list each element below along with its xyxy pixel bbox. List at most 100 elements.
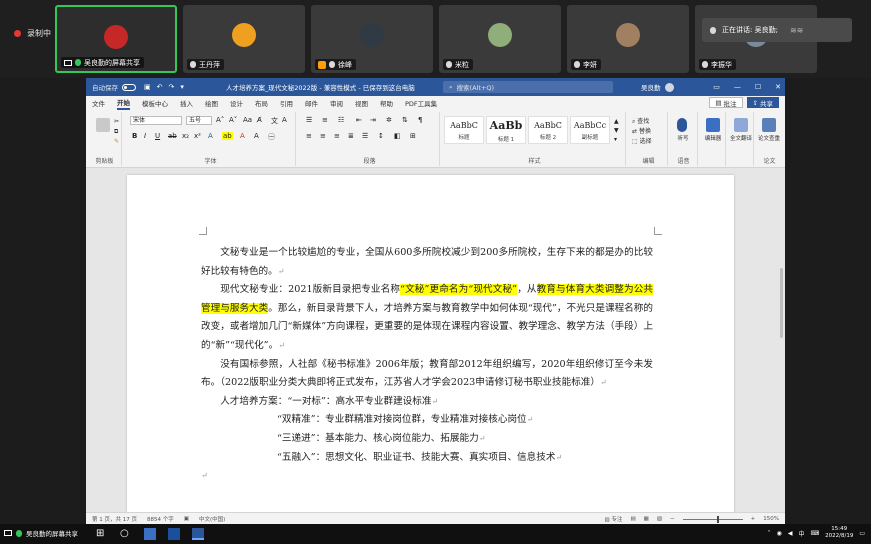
zoom-slider[interactable] — [682, 515, 743, 523]
highlight-icon[interactable]: ab — [222, 132, 233, 140]
input-method[interactable]: 中 — [798, 529, 804, 538]
zoom-out-icon[interactable]: − — [670, 516, 675, 522]
word-app-icon[interactable] — [192, 528, 204, 540]
notification-icon[interactable]: ▭ — [859, 530, 865, 537]
borders-icon[interactable]: ⊞ — [410, 132, 416, 140]
plagiarism-check-icon[interactable] — [762, 118, 776, 132]
tab-layout[interactable]: 布局 — [255, 98, 268, 108]
close-icon[interactable]: ✕ — [775, 83, 781, 91]
editor-icon[interactable] — [706, 118, 720, 132]
style-heading2[interactable]: AaBbC 标题 2 — [528, 116, 568, 144]
font-color-icon[interactable]: A — [240, 132, 245, 140]
comments-button[interactable]: ▤ 批注 — [709, 97, 743, 108]
styles-scroll-up-icon[interactable]: ▲ — [614, 118, 619, 125]
sort-icon[interactable]: ⇅ — [402, 116, 408, 124]
keyboard-icon[interactable]: ⌨ — [810, 530, 819, 537]
tab-mailings[interactable]: 邮件 — [305, 98, 318, 108]
styles-more-icon[interactable]: ▾ — [614, 136, 617, 143]
multilevel-list-icon[interactable]: ☷ — [338, 116, 344, 124]
participant-tile[interactable]: 米粒 — [439, 5, 561, 73]
justify-icon[interactable]: ≣ — [348, 132, 354, 140]
participant-tile[interactable]: 李妍 — [567, 5, 689, 73]
tab-references[interactable]: 引用 — [280, 98, 293, 108]
clear-format-icon[interactable]: A̸ — [257, 116, 262, 124]
print-layout-icon[interactable]: ▦ — [644, 516, 649, 522]
meeting-app-icon[interactable] — [144, 528, 156, 540]
zoom-in-icon[interactable]: + — [751, 516, 756, 522]
search-icon[interactable]: ○ — [120, 528, 132, 540]
chinese-layout-icon[interactable]: ✲ — [386, 116, 392, 124]
vertical-scrollbar[interactable] — [780, 268, 783, 338]
shading-bucket-icon[interactable]: ◧ — [394, 132, 401, 140]
tab-file[interactable]: 文件 — [92, 98, 105, 108]
chevron-up-icon[interactable]: ˄ — [768, 530, 771, 537]
document-canvas[interactable]: 文秘专业是一个比较尴尬的专业，全国从600多所院校减少到200多所院校，生存下来… — [86, 168, 785, 512]
copy-icon[interactable]: ⧉ — [114, 128, 118, 136]
language[interactable]: 中文(中国) — [199, 515, 225, 523]
phonetic-guide-icon[interactable]: 文 — [271, 116, 278, 126]
translate-icon[interactable] — [734, 118, 748, 132]
focus-button[interactable]: ▥ 专注 — [604, 515, 622, 523]
volume-icon[interactable]: ◀ — [788, 530, 793, 537]
shading-icon[interactable]: A — [254, 132, 259, 140]
recording-indicator[interactable]: 录制中 — [14, 28, 51, 39]
underline-icon[interactable]: U — [155, 132, 160, 140]
style-subtitle[interactable]: AaBbCc 副标题 — [570, 116, 610, 144]
line-spacing-icon[interactable]: ↕ — [378, 132, 384, 140]
zoom-level[interactable]: 150% — [763, 516, 779, 522]
tab-insert[interactable]: 插入 — [180, 98, 193, 108]
tab-pdf-tools[interactable]: PDF工具集 — [405, 98, 437, 108]
ribbon-display-icon[interactable]: ▭ — [713, 83, 720, 91]
tab-view[interactable]: 视图 — [355, 98, 368, 108]
align-left-icon[interactable]: ≡ — [306, 132, 312, 140]
strikethrough-icon[interactable]: ab — [168, 132, 177, 140]
network-icon[interactable]: ◉ — [777, 530, 782, 537]
zoom-slider-thumb[interactable] — [716, 515, 719, 523]
char-border-icon[interactable]: A — [282, 116, 287, 124]
search-input[interactable]: ⌕ 搜索(Alt+Q) — [443, 81, 613, 93]
shrink-font-icon[interactable]: A˅ — [229, 116, 237, 124]
microphone-icon[interactable] — [677, 118, 687, 132]
replace-button[interactable]: ⇄ 替换 — [632, 126, 651, 135]
decrease-indent-icon[interactable]: ⇤ — [356, 116, 362, 124]
app-icon[interactable] — [168, 528, 180, 540]
find-button[interactable]: ⌕ 查找 — [632, 116, 649, 126]
redo-icon[interactable]: ↷ — [169, 83, 175, 91]
maximize-icon[interactable]: ☐ — [755, 83, 761, 91]
style-title[interactable]: AaBbC 标题 — [444, 116, 484, 144]
select-button[interactable]: ⬚ 选择 — [632, 136, 652, 145]
read-mode-icon[interactable]: ▤ — [630, 516, 635, 522]
document-body[interactable]: 文秘专业是一个比较尴尬的专业，全国从600多所院校减少到200多所院校，生存下来… — [201, 244, 654, 486]
web-layout-icon[interactable]: ▧ — [657, 516, 662, 522]
superscript-icon[interactable]: x² — [194, 132, 201, 140]
autosave-toggle[interactable]: 自动保存 — [92, 82, 136, 92]
style-heading1[interactable]: AaBb 标题 1 — [486, 116, 526, 144]
distributed-icon[interactable]: ☰ — [362, 132, 368, 140]
share-button[interactable]: ⇪ 共享 — [746, 97, 779, 108]
minimize-icon[interactable]: — — [734, 83, 741, 91]
participant-tile[interactable]: 徐峰 — [311, 5, 433, 73]
document-page[interactable]: 文秘专业是一个比较尴尬的专业，全国从600多所院校减少到200多所院校，生存下来… — [127, 175, 734, 512]
enclose-char-icon[interactable]: ㊀ — [268, 132, 275, 142]
cut-icon[interactable]: ✂ — [114, 118, 119, 125]
user-account[interactable]: 吴良勤 — [641, 82, 674, 92]
show-marks-icon[interactable]: ¶ — [418, 116, 422, 124]
paste-icon[interactable] — [96, 118, 110, 132]
italic-icon[interactable]: I — [144, 132, 146, 140]
save-icon[interactable]: ▣ — [144, 83, 151, 91]
bullets-icon[interactable]: ☰ — [306, 116, 312, 124]
tab-design[interactable]: 设计 — [230, 98, 243, 108]
align-right-icon[interactable]: ≡ — [334, 132, 340, 140]
text-effects-icon[interactable]: A — [208, 132, 213, 140]
tab-templates[interactable]: 模板中心 — [142, 98, 168, 108]
align-center-icon[interactable]: ≡ — [320, 132, 326, 140]
customize-chevron-icon[interactable]: ▾ — [180, 83, 184, 91]
screen-share-tag[interactable]: 吴良勤的屏幕共享 — [4, 528, 78, 538]
page-count[interactable]: 第 1 页，共 17 页 — [92, 515, 137, 523]
styles-scroll-down-icon[interactable]: ▼ — [614, 127, 619, 134]
font-name-select[interactable]: 宋体 — [130, 116, 182, 125]
clock[interactable]: 15:49 2022/8/19 — [825, 526, 853, 540]
word-count[interactable]: 8854 个字 — [147, 515, 174, 523]
participant-tile[interactable]: 王丹萍 — [183, 5, 305, 73]
font-size-select[interactable]: 五号 — [186, 116, 212, 125]
